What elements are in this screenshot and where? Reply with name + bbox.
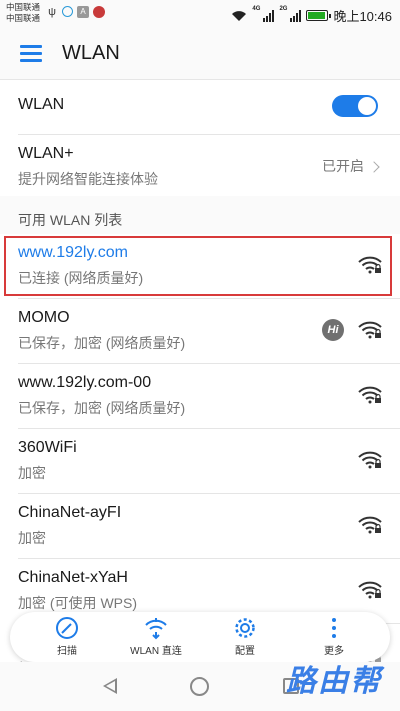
network-name: 360WiFi: [18, 439, 77, 456]
carrier-2: 中国联通: [6, 13, 41, 23]
bottom-toolbar: 扫描 WLAN 直连 配置 更多: [10, 612, 390, 662]
wlan-plus-subtitle: 提升网络智能连接体验: [18, 171, 158, 187]
status-right: 4G 2G 晚上10:46: [231, 6, 392, 25]
more-label: 更多: [324, 646, 344, 657]
wifi-signal-lock-icon: [358, 386, 382, 404]
wifi-signal-lock-icon: [358, 321, 382, 339]
network-row[interactable]: 360WiFi 加密: [0, 429, 400, 494]
home-icon[interactable]: [190, 677, 209, 696]
network-row[interactable]: ChinaNet-ayFI 加密: [0, 494, 400, 559]
wlan-direct-button[interactable]: WLAN 直连: [118, 612, 194, 662]
network-status: 加密: [18, 465, 46, 481]
chevron-right-icon: [368, 161, 380, 173]
wifi-signal-lock-icon: [358, 581, 382, 599]
wlan-direct-icon: [145, 618, 167, 640]
wlan-plus-row[interactable]: WLAN+ 提升网络智能连接体验 已开启: [0, 135, 400, 197]
switch-knob: [358, 97, 376, 115]
network-status: 已保存，加密 (网络质量好): [18, 335, 186, 351]
scan-label: 扫描: [57, 646, 77, 657]
wifi-status-icon: [232, 10, 247, 21]
network-status: 加密: [18, 530, 46, 546]
clock: 晚上10:46: [333, 9, 392, 24]
carrier-labels: 中国联通 中国联通: [6, 2, 40, 24]
app-icon: A: [77, 6, 89, 18]
network-status: 已保存，加密 (网络质量好): [18, 400, 186, 416]
watermark: 路由帮: [286, 664, 382, 699]
wlan-direct-label: WLAN 直连: [130, 646, 182, 657]
network-row[interactable]: MOMO 已保存，加密 (网络质量好) Hi: [0, 299, 400, 364]
scan-icon: [56, 617, 78, 639]
network-name: MOMO: [18, 309, 70, 326]
carrier-1: 中国联通: [6, 2, 41, 12]
notification-icons: ψ A: [46, 6, 105, 18]
net-tag-1: 4G: [252, 6, 261, 12]
signal-icon-2: [290, 9, 302, 22]
wlan-plus-status: 已开启: [322, 156, 380, 176]
usb-icon: ψ: [48, 6, 56, 18]
config-button[interactable]: 配置: [207, 612, 283, 662]
signal-icon-1: [263, 9, 275, 22]
app-header: WLAN: [0, 28, 400, 80]
section-label: 可用 WLAN 列表: [18, 212, 123, 228]
net-tag-2: 2G: [279, 6, 288, 12]
config-label: 配置: [235, 646, 255, 657]
wlan-plus-title: WLAN+: [18, 145, 74, 162]
status-bar: 中国联通 中国联通 ψ A 4G 2G 晚上10:46: [0, 0, 400, 28]
network-row[interactable]: www.192ly.com-00 已保存，加密 (网络质量好): [0, 364, 400, 429]
battery-icon: [306, 10, 332, 21]
network-name: www.192ly.com-00: [18, 374, 152, 391]
wlan-plus-status-text: 已开启: [322, 158, 364, 174]
weibo-icon: [93, 6, 105, 18]
highlight-box: [4, 236, 392, 296]
network-name: ChinaNet-xYaH: [18, 569, 128, 586]
more-button[interactable]: 更多: [296, 612, 372, 662]
page-title: WLAN: [62, 42, 120, 64]
more-icon: [332, 618, 336, 638]
back-icon-inner: [106, 681, 115, 691]
scan-button[interactable]: 扫描: [29, 612, 105, 662]
wifi-signal-lock-icon: [358, 451, 382, 469]
network-status: 加密 (可使用 WPS): [18, 595, 137, 611]
menu-icon[interactable]: [20, 45, 42, 62]
wlan-switch[interactable]: [332, 95, 378, 117]
network-name: ChinaNet-ayFI: [18, 504, 122, 521]
qq-icon: [62, 6, 73, 17]
gear-icon: [235, 618, 255, 638]
wifi-signal-lock-icon: [358, 516, 382, 534]
hi-badge-icon: Hi: [322, 319, 344, 341]
wlan-toggle-label: WLAN: [18, 96, 65, 113]
